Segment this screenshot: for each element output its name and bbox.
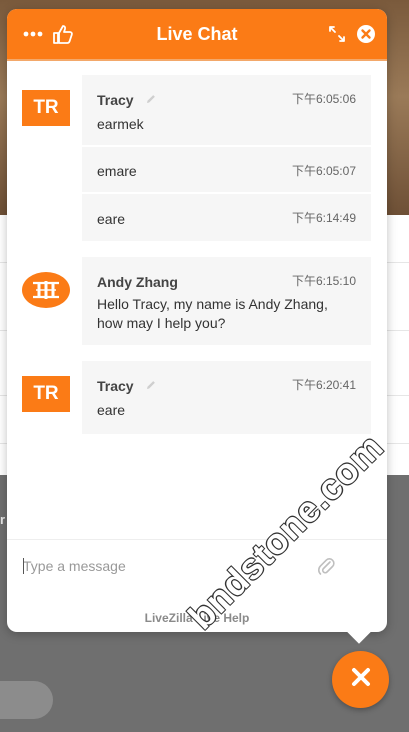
message-bubble: 下午6:05:07 emare xyxy=(82,147,371,192)
chat-window: Live Chat TR Tracy 下午6:05:06 earmek 下午6:… xyxy=(7,9,387,632)
header-divider xyxy=(7,59,387,61)
message-text-line: how may I help you? xyxy=(97,315,226,331)
operator-logo-icon xyxy=(22,272,70,308)
message-bubble: Andy Zhang 下午6:15:10 Hello Tracy, my nam… xyxy=(82,257,371,345)
message-text-line: Hello Tracy, my name is Andy Zhang, xyxy=(97,296,328,312)
pencil-icon xyxy=(145,92,157,104)
message-time: 下午6:14:49 xyxy=(291,211,356,225)
message-text: eare xyxy=(97,402,126,418)
avatar: TR xyxy=(22,90,70,126)
expand-arrows-icon[interactable] xyxy=(325,22,349,46)
chat-header: Live Chat xyxy=(7,9,387,59)
background-button xyxy=(0,681,53,719)
close-circle-icon[interactable] xyxy=(354,22,378,46)
message-time: 下午6:20:41 xyxy=(291,378,356,392)
message-time: 下午6:05:06 xyxy=(291,92,356,106)
message-time: 下午6:05:07 xyxy=(291,164,356,178)
pencil-icon xyxy=(145,378,157,390)
sender-name: Tracy xyxy=(97,378,134,394)
sender-name: Tracy xyxy=(97,92,134,108)
message-text: emare xyxy=(97,163,137,179)
text-caret xyxy=(23,558,24,574)
background-text-fragment: r xyxy=(0,512,6,527)
message-bubble: Tracy 下午6:05:06 earmek xyxy=(82,75,371,145)
message-bubble: 下午6:14:49 eare xyxy=(82,194,371,241)
message-text: eare xyxy=(97,211,126,227)
close-x-icon xyxy=(350,666,372,693)
paperclip-icon[interactable] xyxy=(317,556,335,581)
avatar: TR xyxy=(22,376,70,412)
message-bubble: Tracy 下午6:20:41 eare xyxy=(82,361,371,434)
composer-divider xyxy=(7,539,387,540)
message-time: 下午6:15:10 xyxy=(291,274,356,288)
message-text: earmek xyxy=(97,116,144,132)
sender-name: Andy Zhang xyxy=(97,274,178,290)
close-chat-button[interactable] xyxy=(332,651,389,708)
